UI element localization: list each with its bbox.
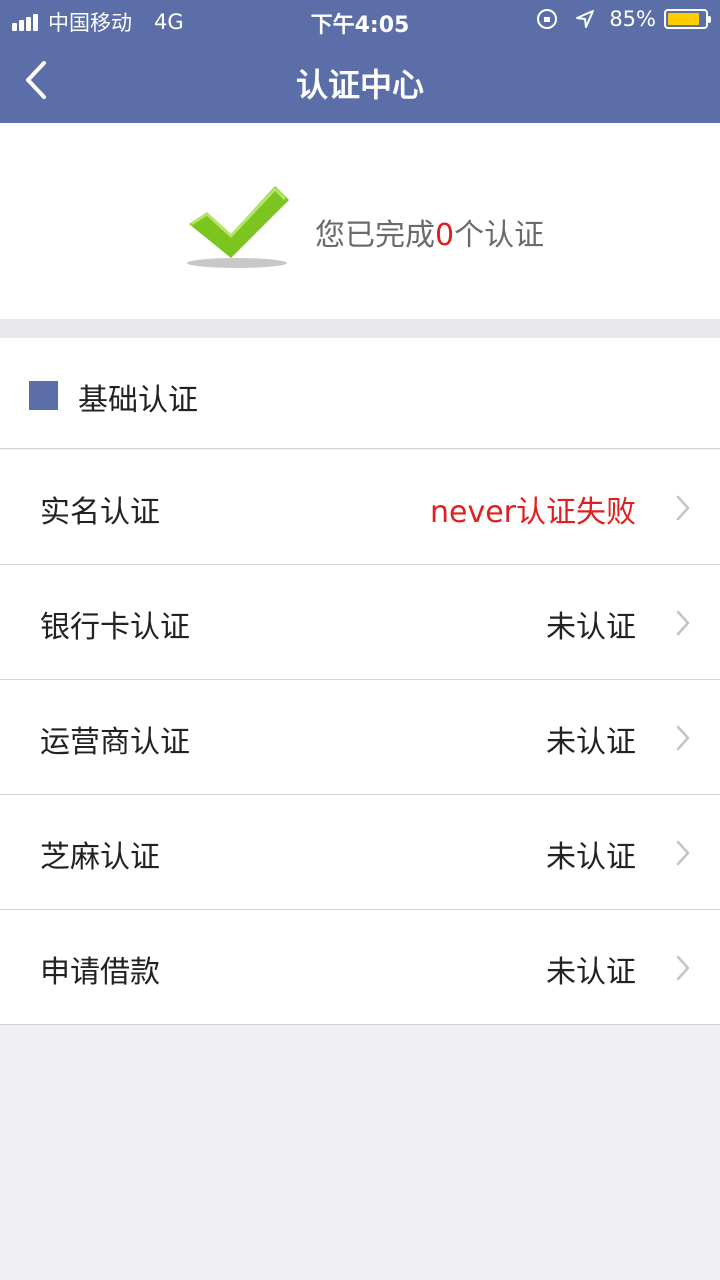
battery-icon — [664, 9, 711, 29]
completed-count-text: 您已完成0个认证 — [315, 210, 544, 254]
summary-suffix: 个认证 — [454, 218, 545, 253]
item-status: never认证失败 — [429, 495, 636, 530]
item-label: 银行卡认证 — [40, 610, 190, 645]
page-title: 认证中心 — [295, 66, 424, 104]
chevron-right-icon — [676, 840, 690, 866]
chevron-right-icon — [676, 610, 690, 636]
back-button[interactable] — [20, 60, 60, 104]
item-label: 申请借款 — [40, 955, 160, 990]
checkmark-icon — [187, 186, 289, 268]
chevron-right-icon — [676, 955, 690, 981]
chevron-right-icon — [676, 495, 690, 521]
section-divider — [0, 319, 720, 338]
list-item-carrier[interactable]: 运营商认证 未认证 — [0, 680, 720, 795]
item-status: 未认证 — [546, 840, 636, 875]
list-item-bank-card[interactable]: 银行卡认证 未认证 — [0, 565, 720, 680]
rotation-lock-icon — [537, 9, 558, 29]
nav-bar: 认证中心 — [0, 40, 720, 123]
completed-count: 0 — [435, 218, 455, 253]
item-status: 未认证 — [546, 955, 636, 990]
location-arrow-icon — [576, 10, 595, 28]
list-item-loan-application[interactable]: 申请借款 未认证 — [0, 910, 720, 1025]
status-bar: 中国移动 4G 下午4:05 85% — [0, 0, 720, 40]
chevron-right-icon — [676, 725, 690, 751]
list-item-real-name[interactable]: 实名认证 never认证失败 — [0, 450, 720, 565]
verification-list: 实名认证 never认证失败 银行卡认证 未认证 运营商认证 未认证 芝麻认证 … — [0, 450, 720, 1025]
item-status: 未认证 — [546, 725, 636, 760]
section-marker — [29, 381, 58, 410]
item-label: 实名认证 — [40, 495, 160, 530]
item-label: 芝麻认证 — [40, 840, 160, 875]
item-label: 运营商认证 — [40, 725, 190, 760]
battery-percent: 85% — [609, 7, 656, 31]
chevron-left-icon — [26, 61, 46, 99]
summary-prefix: 您已完成 — [315, 218, 435, 253]
item-status: 未认证 — [546, 610, 636, 645]
list-item-sesame[interactable]: 芝麻认证 未认证 — [0, 795, 720, 910]
top-bar: 中国移动 4G 下午4:05 85% 认证中心 — [0, 0, 720, 123]
section-title: 基础认证 — [78, 383, 198, 418]
